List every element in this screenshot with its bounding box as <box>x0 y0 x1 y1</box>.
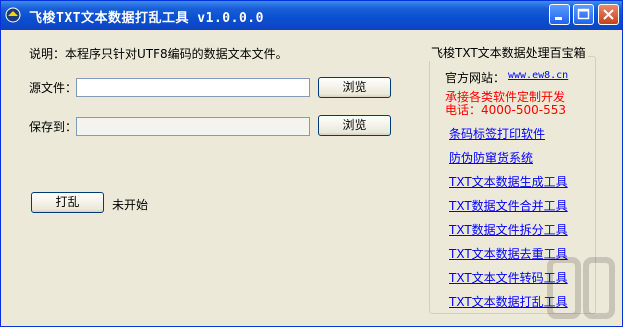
app-window: 飞梭TXT文本数据打乱工具 v1.0.0.0 说明：本程序只针对UTF8编码的数… <box>0 0 623 327</box>
maximize-button[interactable] <box>573 4 594 25</box>
toolbox-title: 飞梭TXT文本数据处理百宝箱 <box>429 44 588 61</box>
link-txt-file-splitter[interactable]: TXT数据文件拆分工具 <box>449 221 568 238</box>
website-label: 官方网站： <box>445 71 506 85</box>
window-title: 飞梭TXT文本数据打乱工具 v1.0.0.0 <box>29 11 264 26</box>
close-button[interactable] <box>598 4 619 25</box>
source-file-label: 源文件： <box>29 81 78 95</box>
browse-source-button[interactable]: 浏览 <box>318 77 391 98</box>
link-anti-counterfeit-system[interactable]: 防伪防窜货系统 <box>449 149 533 166</box>
shuffle-button[interactable]: 打乱 <box>31 192 104 213</box>
status-text: 未开始 <box>112 198 149 212</box>
description-text: 说明：本程序只针对UTF8编码的数据文本文件。 <box>29 47 288 61</box>
save-to-label: 保存到： <box>29 120 78 134</box>
link-txt-data-generator[interactable]: TXT文本数据生成工具 <box>449 173 568 190</box>
source-file-input[interactable] <box>76 78 310 97</box>
phone-text: 电话：4000-500-553 <box>445 103 567 117</box>
browse-save-button[interactable]: 浏览 <box>318 115 391 136</box>
save-to-input[interactable] <box>76 117 310 136</box>
link-txt-file-merger[interactable]: TXT数据文件合并工具 <box>449 197 568 214</box>
title-bar[interactable]: 飞梭TXT文本数据打乱工具 v1.0.0.0 <box>1 1 622 30</box>
link-barcode-label-printing[interactable]: 条码标签打印软件 <box>449 125 545 142</box>
watermark-logo <box>547 257 615 319</box>
minimize-button[interactable] <box>549 4 570 25</box>
website-link[interactable]: www.ew8.cn <box>508 70 568 81</box>
app-icon <box>5 7 21 23</box>
